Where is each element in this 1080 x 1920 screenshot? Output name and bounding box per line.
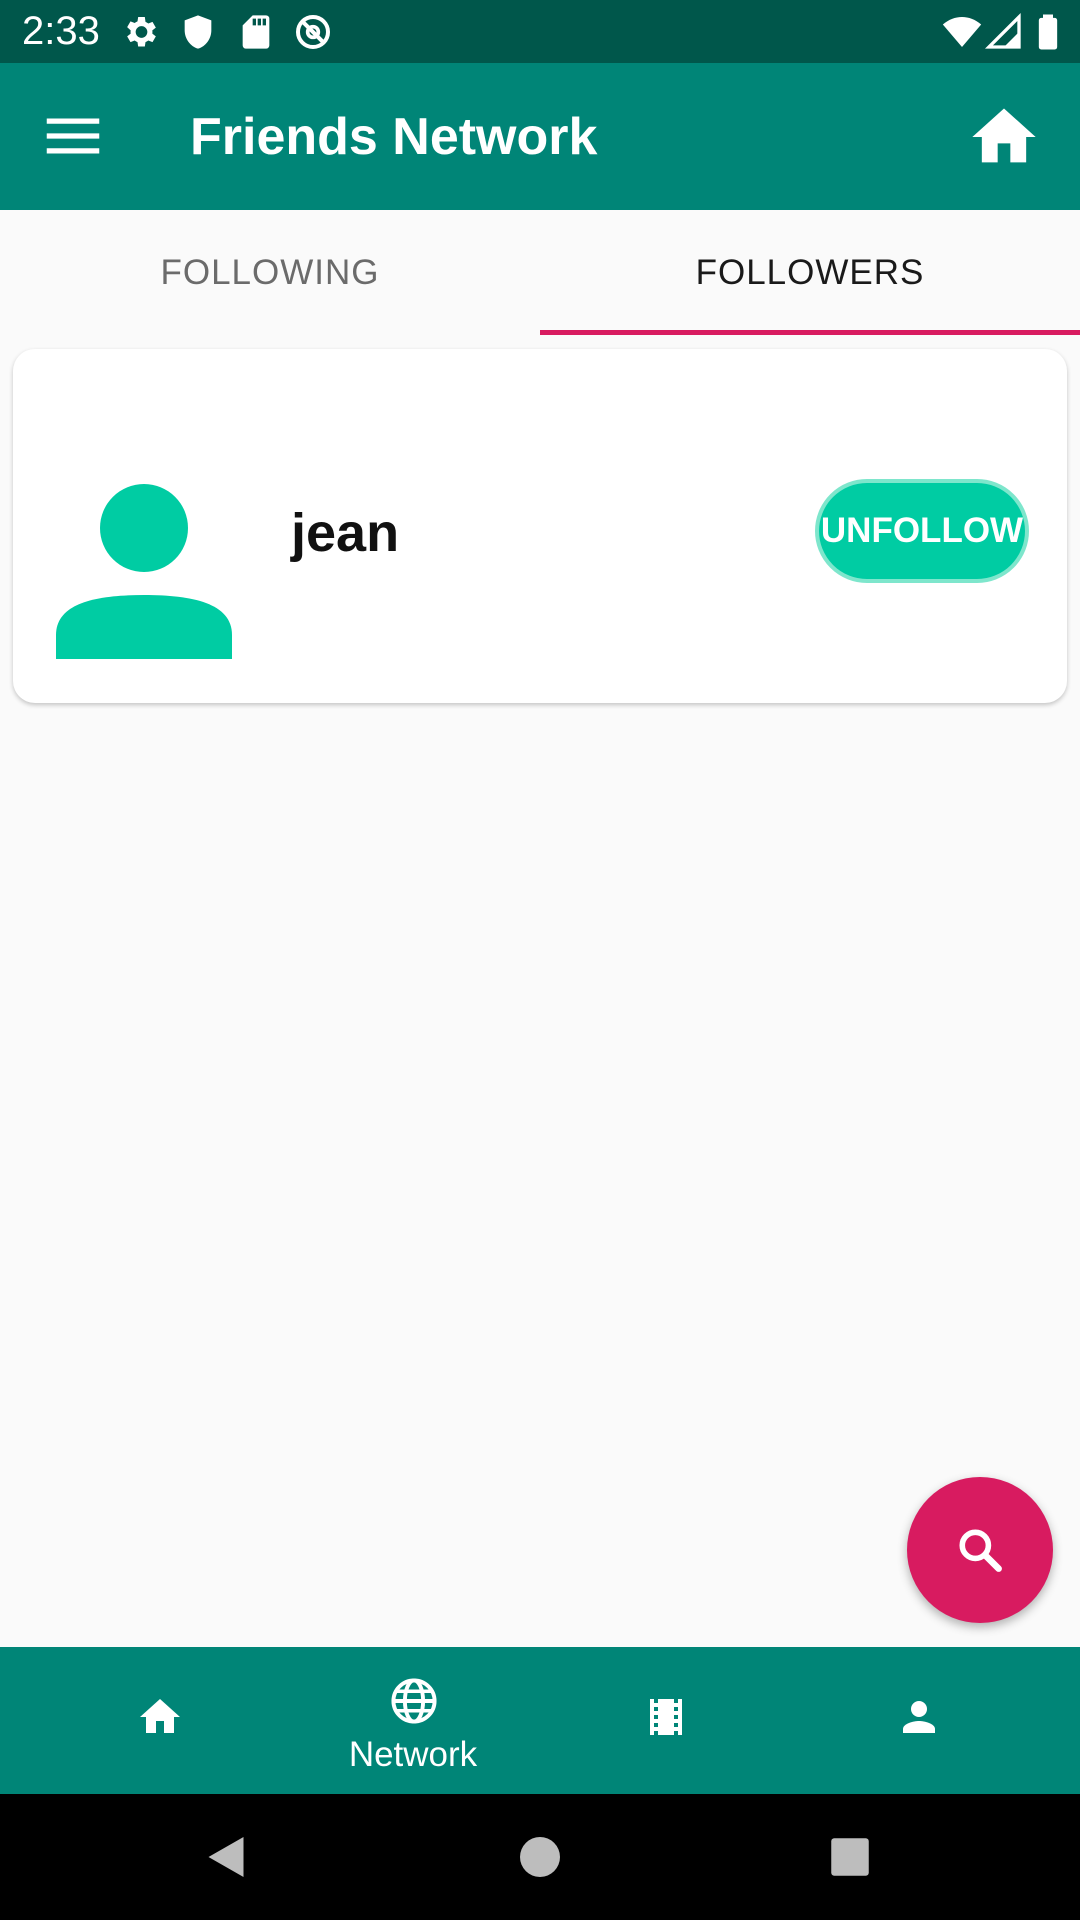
wifi-icon [942, 17, 982, 47]
tab-indicator [540, 330, 1080, 335]
home-icon [140, 1699, 180, 1733]
status-bar: 2:33 [0, 0, 1080, 63]
settings-icon [127, 17, 156, 47]
nav-item-profile[interactable] [784, 1647, 1054, 1794]
tab-followers[interactable]: FOLLOWERS [540, 210, 1080, 335]
nav-item-videos[interactable] [531, 1647, 801, 1794]
battery-icon [1038, 14, 1058, 50]
avatar-icon [56, 484, 232, 659]
globe-icon [391, 1678, 437, 1724]
nav-item-network[interactable]: Network [278, 1647, 548, 1794]
tab-following[interactable]: FOLLOWING [0, 210, 540, 335]
home-circle-icon[interactable] [510, 1827, 570, 1887]
bottom-navigation: Network [0, 1647, 1080, 1794]
nav-item-home[interactable] [25, 1647, 295, 1794]
blocked-at-icon [296, 15, 330, 49]
app-bar: Friends Network [0, 63, 1080, 210]
recents-icon[interactable] [820, 1827, 880, 1887]
person-icon [903, 1701, 935, 1733]
sd-card-icon [242, 15, 270, 49]
back-icon[interactable] [196, 1827, 256, 1887]
signal-icon [984, 12, 1021, 49]
home-icon[interactable] [966, 99, 1042, 175]
search-button[interactable] [907, 1477, 1053, 1623]
tab-bar: FOLLOWING FOLLOWERS [0, 210, 1080, 335]
menu-icon[interactable] [38, 101, 108, 171]
nav-label-network: Network [348, 1735, 478, 1774]
film-icon [650, 1699, 682, 1735]
follower-card: jean UNFOLLOW [13, 349, 1067, 703]
status-time: 2:33 [22, 9, 100, 53]
unfollow-button[interactable]: UNFOLLOW [815, 479, 1029, 583]
page-title: Friends Network [190, 108, 598, 166]
shield-icon [184, 15, 212, 49]
user-name: jean [291, 503, 400, 563]
search-icon [959, 1529, 1002, 1572]
system-navigation-bar [0, 1794, 1080, 1920]
